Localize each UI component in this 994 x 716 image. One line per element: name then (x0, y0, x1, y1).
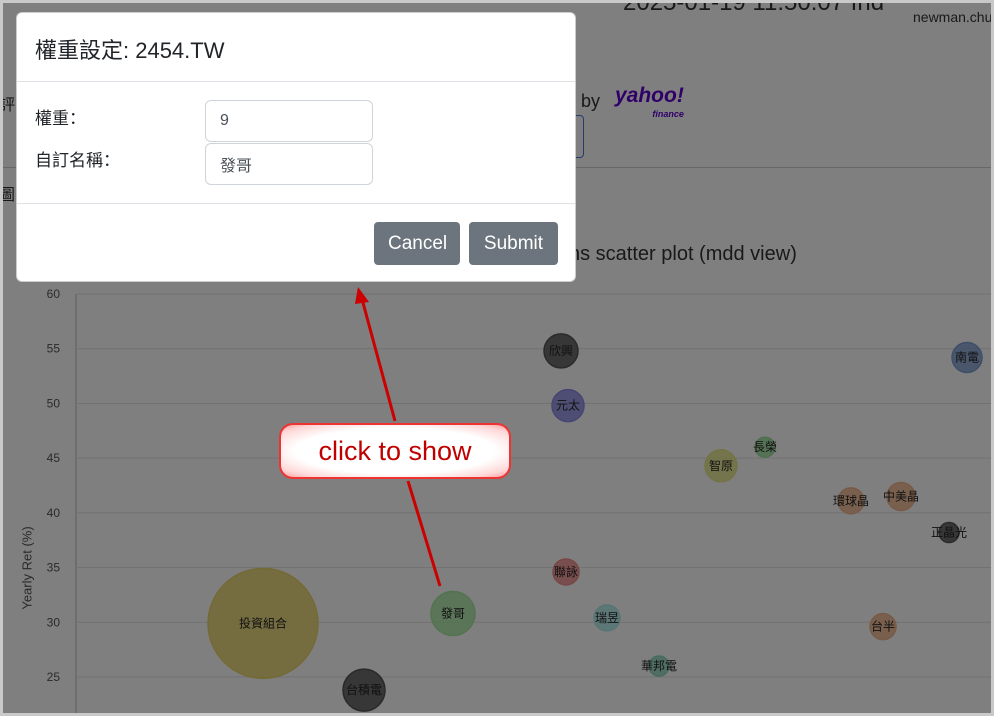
modal-body: 權重： 自訂名稱： (17, 82, 575, 204)
custom-name-label: 自訂名稱： (35, 151, 120, 170)
cancel-button[interactable]: Cancel (374, 222, 460, 265)
weight-input[interactable] (205, 100, 373, 142)
submit-button[interactable]: Submit (469, 222, 558, 265)
screen-frame: 2025-01-19 11:50:07 fhd newman.chu by ya… (0, 0, 994, 716)
modal-title: 權重設定: 2454.TW (35, 38, 225, 63)
modal-header: 權重設定: 2454.TW (17, 13, 575, 82)
click-to-show-callout: click to show (279, 423, 511, 479)
weight-settings-modal: 權重設定: 2454.TW 權重： 自訂名稱： Cancel Submit (16, 12, 576, 282)
weight-label: 權重： (35, 109, 86, 128)
custom-name-input[interactable] (205, 143, 373, 185)
modal-footer: Cancel Submit (17, 204, 575, 282)
